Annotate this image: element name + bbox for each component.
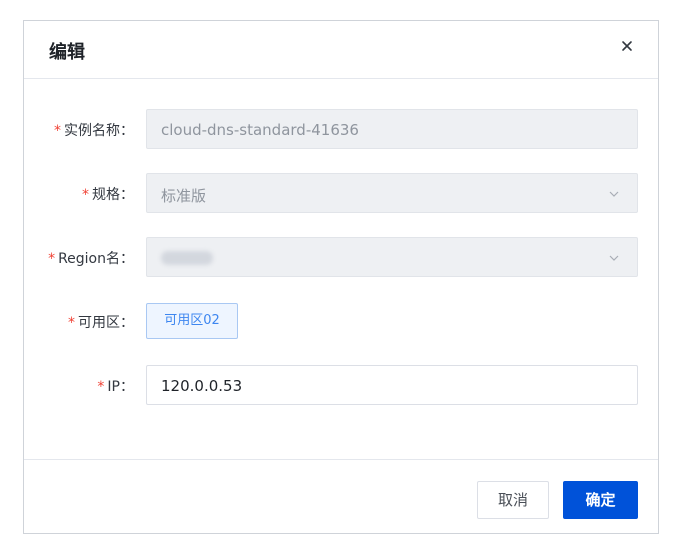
required-mark: * xyxy=(54,123,61,139)
required-mark: * xyxy=(82,187,89,203)
region-select[interactable] xyxy=(146,237,638,277)
region-row: * Region名： xyxy=(24,237,658,277)
ip-row: * IP： 120.0.0.53 xyxy=(24,365,658,405)
spec-select[interactable]: 标准版 xyxy=(146,173,638,213)
zone-label-text: 可用区： xyxy=(78,315,134,331)
spec-value: 标准版 xyxy=(161,187,207,205)
required-mark: * xyxy=(97,379,105,395)
chevron-down-icon xyxy=(609,255,619,261)
ip-value: 120.0.0.53 xyxy=(161,377,243,395)
region-label: * Region名： xyxy=(48,248,134,268)
ip-label-text: IP： xyxy=(107,379,134,395)
confirm-button[interactable]: 确定 xyxy=(563,481,638,519)
spec-row: * 规格： 标准版 xyxy=(24,173,658,213)
zone-tag[interactable]: 可用区02 xyxy=(146,303,238,339)
required-mark: * xyxy=(48,251,56,267)
dialog-title: 编辑 xyxy=(49,42,85,63)
cancel-button[interactable]: 取消 xyxy=(477,481,549,519)
instance-name-row: * 实例名称： cloud-dns-standard-41636 xyxy=(24,109,658,149)
spec-label-text: 规格： xyxy=(92,187,134,203)
zone-label: * 可用区： xyxy=(68,312,134,332)
spec-label: * 规格： xyxy=(82,184,134,204)
instance-name-label-text: 实例名称： xyxy=(64,123,134,139)
edit-dialog: 编辑 * 实例名称： cloud-dns-standard-41636 * 规格： … xyxy=(23,20,659,534)
region-value-obscured xyxy=(161,251,213,265)
region-label-text: Region名： xyxy=(58,251,134,267)
instance-name-value: cloud-dns-standard-41636 xyxy=(161,121,359,139)
footer-divider xyxy=(24,459,658,460)
instance-name-label: * 实例名称： xyxy=(54,120,134,140)
ip-input[interactable]: 120.0.0.53 xyxy=(146,365,638,405)
required-mark: * xyxy=(68,315,75,331)
zone-row: * 可用区： 可用区02 xyxy=(24,301,658,341)
instance-name-field: cloud-dns-standard-41636 xyxy=(146,109,638,149)
ip-label: * IP： xyxy=(97,376,134,396)
chevron-down-icon xyxy=(609,191,619,197)
close-icon[interactable] xyxy=(620,39,634,53)
dialog-header: 编辑 xyxy=(24,21,658,79)
